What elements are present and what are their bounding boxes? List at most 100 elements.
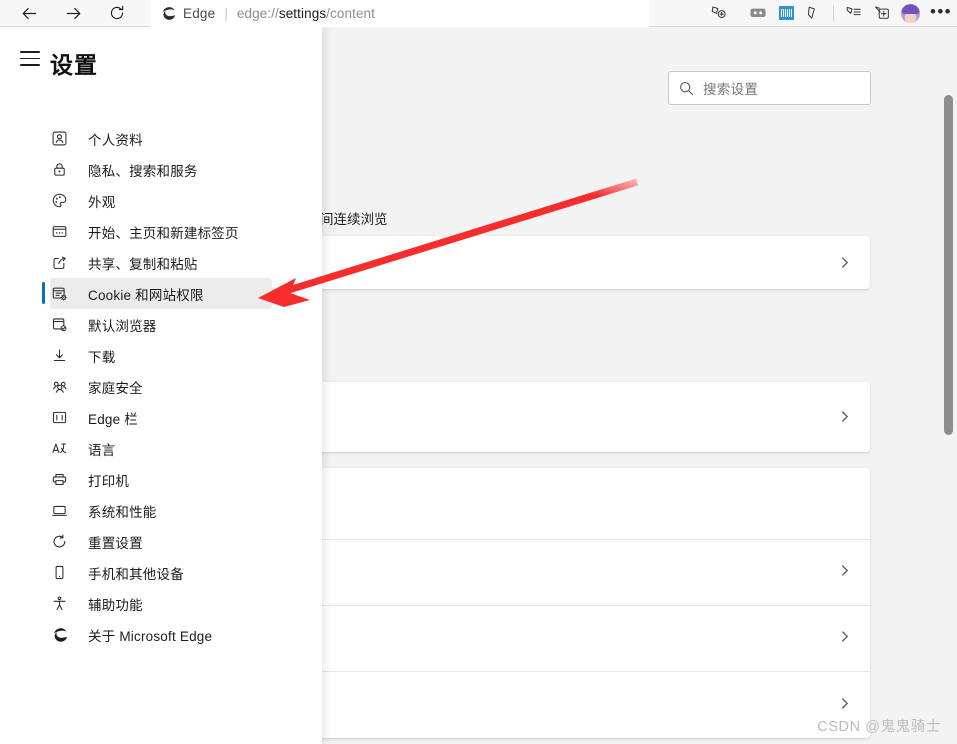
reset-icon [50,532,69,551]
arrow-right-icon [66,7,80,19]
panel-header: 设置 [0,27,322,97]
sidebar-item-appearance[interactable]: 外观 [50,185,272,216]
sidebar-item-privacy[interactable]: 隐私、搜索和服务 [50,154,272,185]
url-path: /content [326,6,376,21]
browser-essentials-icon[interactable] [867,0,895,26]
sidebar-item-printers[interactable]: 打印机 [50,464,272,495]
sidebar-item-label: 外观 [88,194,116,210]
sidebar-item-label: 系统和性能 [88,504,157,520]
sidebar-item-system[interactable]: 系统和性能 [50,495,272,526]
sidebar-item-label: 关于 Microsoft Edge [88,628,213,644]
collections-add-icon[interactable] [704,0,732,26]
watermark-text: CSDN @鬼鬼骑士 [817,719,941,735]
favorites-icon[interactable] [800,0,828,26]
sidebar-item-about[interactable]: 关于 Microsoft Edge [50,619,272,650]
page-title: 设置 [50,52,98,78]
lock-icon [50,160,69,179]
search-placeholder-text: 搜索设置 [703,82,759,97]
back-button[interactable] [14,0,44,26]
chevron-right-icon [841,565,849,576]
address-separator: | [224,6,228,21]
sidebar-item-label: 默认浏览器 [88,318,157,334]
settings-row[interactable] [268,605,870,671]
more-options-glyph: ••• [929,1,953,21]
sidebar-item-edge-bar[interactable]: Edge 栏 [50,402,272,433]
settings-nav-list: 个人资料 隐私、搜索和服务 外观 开始、主页和新建标签页 共享、复制和粘贴 Co… [0,123,322,650]
split-screen-icon[interactable] [744,0,772,26]
settings-card[interactable] [268,382,870,452]
sidebar-item-share-copy-paste[interactable]: 共享、复制和粘贴 [50,247,272,278]
language-icon [50,439,69,458]
profile-avatar[interactable] [895,0,925,26]
palette-icon [50,191,69,210]
default-browser-icon [50,315,69,334]
sidebar-item-downloads[interactable]: 下载 [50,340,272,371]
sidebar-item-profile[interactable]: 个人资料 [50,123,272,154]
settings-row[interactable] [268,539,870,605]
sidebar-item-label: 辅助功能 [88,597,143,613]
chevron-right-icon [841,631,849,642]
settings-row[interactable] [268,382,870,452]
sidebar-item-family[interactable]: 家庭安全 [50,371,272,402]
accessibility-icon [50,594,69,613]
site-favicon-icon[interactable] [772,0,800,26]
sidebar-item-label: Edge 栏 [88,411,138,427]
printer-icon [50,470,69,489]
settings-card[interactable] [268,236,870,289]
family-safety-icon [50,377,69,396]
sidebar-item-phone[interactable]: 手机和其他设备 [50,557,272,588]
chevron-right-icon [841,411,849,422]
cookie-permissions-icon [50,284,69,303]
url-prefix: edge:// [236,6,279,21]
reload-button[interactable] [102,0,132,26]
search-icon [669,72,703,104]
chevron-right-icon [841,257,849,268]
chevron-right-icon [841,698,849,709]
address-bar[interactable]: Edge | edge://settings/content [150,0,650,27]
toolbar-right-group: ••• [704,0,957,26]
sidebar-item-label: Cookie 和网站权限 [88,287,204,303]
hamburger-menu-icon[interactable] [20,51,42,67]
settings-row[interactable] [268,468,870,539]
sidebar-item-languages[interactable]: 语言 [50,433,272,464]
phone-icon [50,563,69,582]
address-brand-label: Edge [183,6,216,21]
profile-icon [50,129,69,148]
sidebar-item-label: 下载 [88,349,116,365]
settings-card[interactable] [268,468,870,738]
browser-toolbar: Edge | edge://settings/content ••• [0,0,957,27]
home-page-icon [50,222,69,241]
sidebar-item-label: 语言 [88,442,116,458]
page-scrollbar[interactable] [941,27,957,744]
collections-icon[interactable] [839,0,867,26]
search-settings-input[interactable]: 搜索设置 [668,71,871,105]
sidebar-item-label: 开始、主页和新建标签页 [88,225,239,241]
sidebar-item-accessibility[interactable]: 辅助功能 [50,588,272,619]
forward-button[interactable] [58,0,88,26]
sidebar-item-label: 隐私、搜索和服务 [88,163,198,179]
settings-row[interactable] [268,671,870,738]
sidebar-item-default-browser[interactable]: 默认浏览器 [50,309,272,340]
sidebar-item-label: 打印机 [88,473,130,489]
settings-navigation-panel: 设置 个人资料 隐私、搜索和服务 外观 开始、主页和新建标签页 共享、复制和粘贴… [0,27,322,744]
arrow-left-icon [22,7,36,19]
download-icon [50,346,69,365]
sidebar-item-label: 共享、复制和粘贴 [88,256,198,272]
scrollbar-thumb[interactable] [944,95,953,435]
address-url-text: edge://settings/content [237,6,375,21]
sidebar-item-start-home[interactable]: 开始、主页和新建标签页 [50,216,272,247]
sidebar-item-label: 手机和其他设备 [88,566,184,582]
edge-logo-icon [50,625,69,644]
more-options-icon[interactable]: ••• [925,0,957,26]
refresh-icon [110,5,124,20]
sidebar-item-label: 重置设置 [88,535,143,551]
edge-logo-icon [162,7,176,20]
share-icon [50,253,69,272]
settings-row[interactable] [268,236,870,289]
sidebar-item-reset[interactable]: 重置设置 [50,526,272,557]
edge-bar-icon [50,408,69,427]
sidebar-item-label: 家庭安全 [88,380,143,396]
sidebar-item-cookies[interactable]: Cookie 和网站权限 [42,278,272,309]
url-host: settings [278,6,327,21]
toolbar-divider [833,5,834,21]
